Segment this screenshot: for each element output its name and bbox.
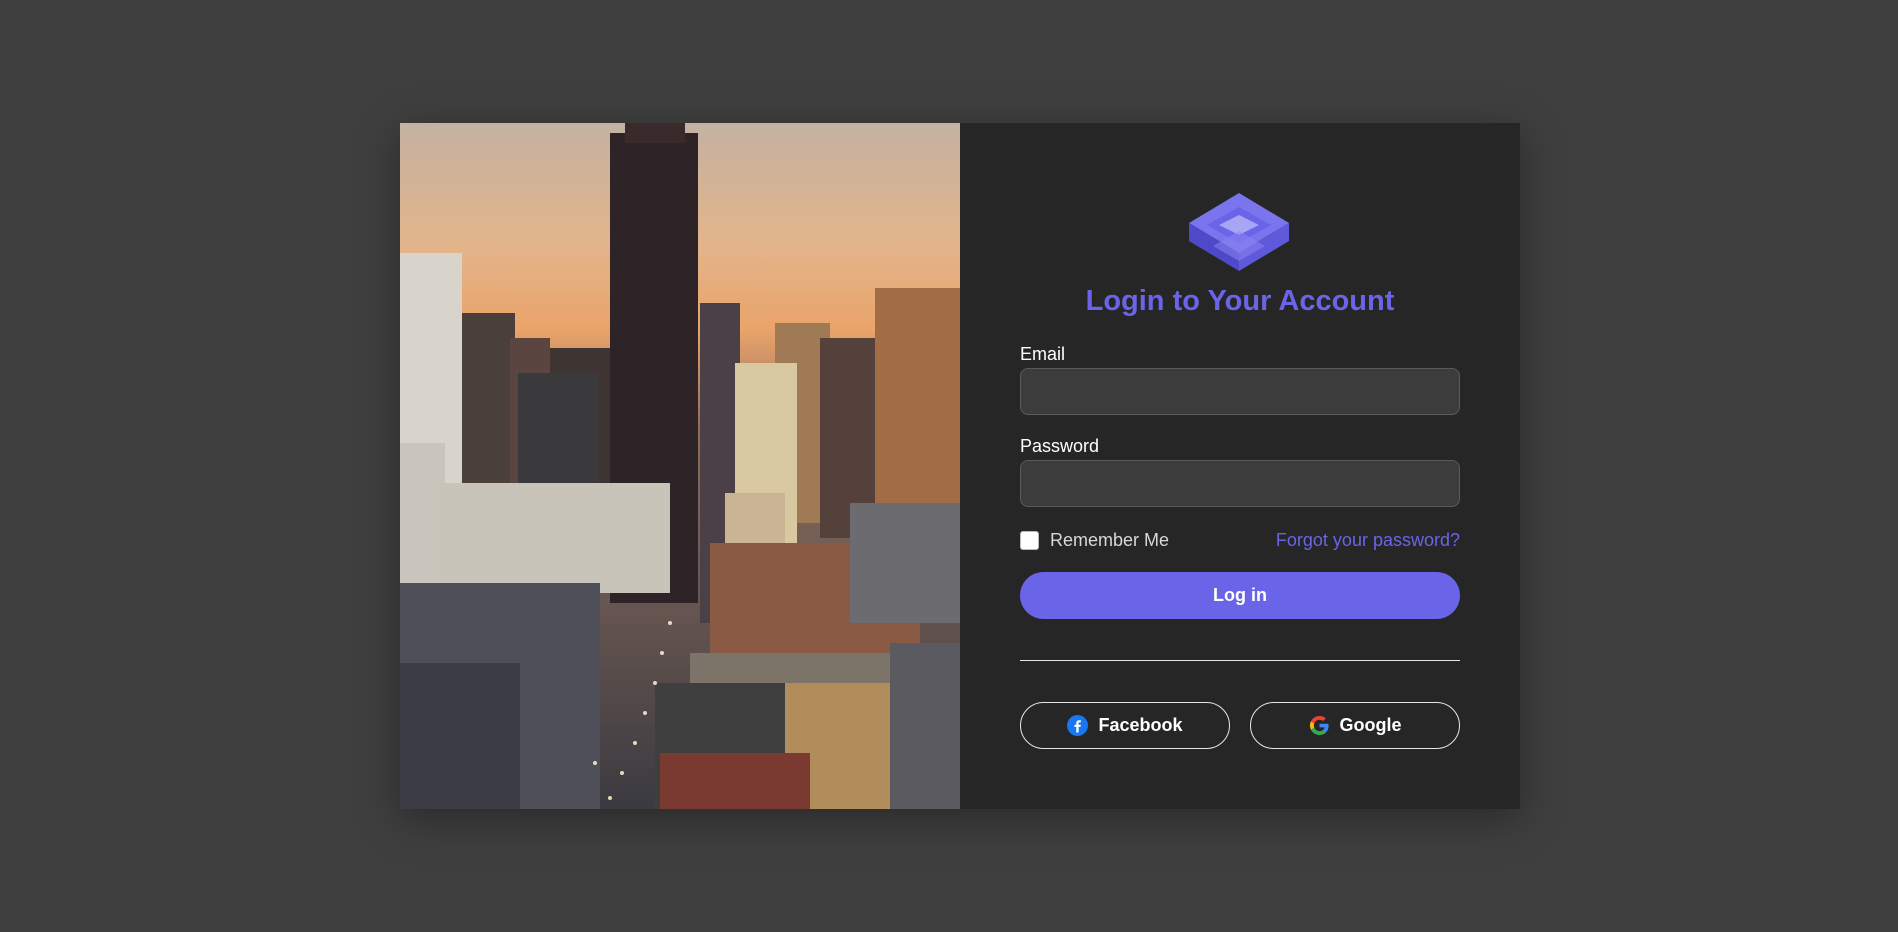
facebook-label: Facebook xyxy=(1098,715,1183,735)
password-field[interactable] xyxy=(1020,460,1460,507)
email-field[interactable] xyxy=(1020,368,1460,415)
password-label: Password xyxy=(1020,436,1100,456)
google-label: Google xyxy=(1339,715,1402,735)
google-login-button[interactable]: Google xyxy=(1250,702,1460,749)
city-skyline-image xyxy=(400,123,960,809)
google-icon xyxy=(1309,715,1330,736)
login-title: Login to Your Account xyxy=(1085,285,1395,317)
remember-me: Remember Me xyxy=(1020,530,1169,551)
facebook-icon xyxy=(1067,715,1089,736)
login-card: Login to Your Account Email Password Rem… xyxy=(400,123,1520,809)
facebook-login-button[interactable]: Facebook xyxy=(1020,702,1230,749)
remember-me-label[interactable]: Remember Me xyxy=(1050,530,1169,551)
login-button[interactable]: Log in xyxy=(1020,572,1460,619)
email-label: Email xyxy=(1020,344,1066,364)
login-panel: Login to Your Account Email Password Rem… xyxy=(960,123,1520,809)
divider xyxy=(1020,660,1460,661)
forgot-password-link[interactable]: Forgot your password? xyxy=(1276,530,1460,551)
layers-logo-icon xyxy=(1187,191,1291,278)
remember-me-checkbox[interactable] xyxy=(1020,531,1039,550)
